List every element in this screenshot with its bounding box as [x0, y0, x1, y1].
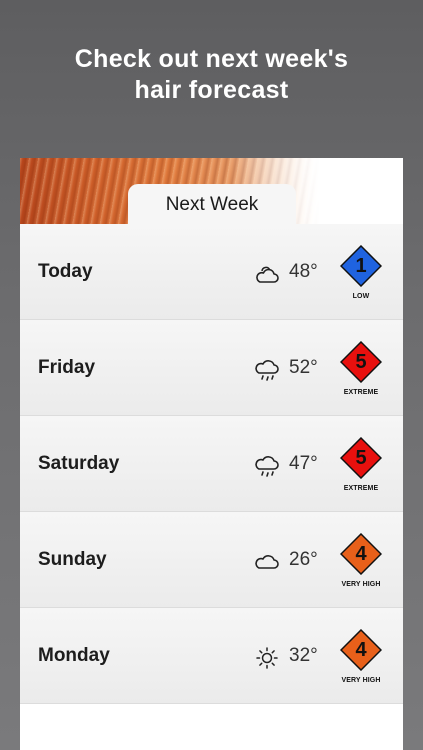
rain-cloud-icon	[255, 360, 279, 381]
app-screen: { "headline": { "line1": "Check out next…	[0, 0, 423, 750]
risk-label: LOW	[352, 293, 370, 300]
risk-label: VERY HIGH	[341, 581, 381, 588]
risk-level: 4	[355, 639, 367, 661]
temperature: 52°	[289, 357, 318, 378]
day-label: Today	[38, 261, 93, 282]
hair-risk-badge: 1	[339, 244, 383, 288]
tab-next-week[interactable]: Next Week	[128, 184, 296, 224]
headline-line-2: hair forecast	[134, 76, 289, 104]
hair-risk-badge: 4	[339, 532, 383, 576]
risk-level: 1	[355, 255, 367, 277]
risk-level: 5	[355, 351, 367, 373]
day-label: Friday	[38, 357, 96, 378]
day-label: Sunday	[38, 549, 107, 570]
forecast-row-monday[interactable]: Monday 32° 4 VERY HIGH	[20, 608, 403, 704]
temperature: 32°	[289, 645, 318, 666]
headline: Check out next week's hair forecast	[0, 44, 423, 106]
risk-label: EXTREME	[343, 485, 379, 492]
hair-banner: Next Week	[20, 158, 403, 224]
forecast-list: Today 48° 1 LOW Friday 52° 5 EXTREME Sat…	[20, 224, 403, 704]
forecast-row-friday[interactable]: Friday 52° 5 EXTREME	[20, 320, 403, 416]
forecast-row-today[interactable]: Today 48° 1 LOW	[20, 224, 403, 320]
headline-line-1: Check out next week's	[74, 45, 349, 73]
day-label: Saturday	[38, 453, 120, 474]
temperature: 47°	[289, 453, 318, 474]
temperature: 48°	[289, 261, 318, 282]
partly-cloudy-icon	[256, 266, 279, 283]
list-footer	[20, 704, 403, 750]
hair-risk-badge: 4	[339, 628, 383, 672]
hair-risk-badge: 5	[339, 340, 383, 384]
day-label: Monday	[38, 645, 110, 666]
forecast-row-sunday[interactable]: Sunday 26° 4 VERY HIGH	[20, 512, 403, 608]
forecast-card: Next Week Today 48° 1 LOW Friday 52° 5 E…	[20, 158, 403, 750]
rain-cloud-icon	[255, 456, 279, 477]
temperature: 26°	[289, 549, 318, 570]
hair-risk-badge: 5	[339, 436, 383, 480]
risk-label: EXTREME	[343, 389, 379, 396]
forecast-row-saturday[interactable]: Saturday 47° 5 EXTREME	[20, 416, 403, 512]
cloud-icon	[255, 555, 279, 569]
risk-level: 5	[355, 447, 367, 469]
risk-level: 4	[355, 543, 367, 565]
sun-icon	[256, 647, 278, 669]
risk-label: VERY HIGH	[341, 677, 381, 684]
